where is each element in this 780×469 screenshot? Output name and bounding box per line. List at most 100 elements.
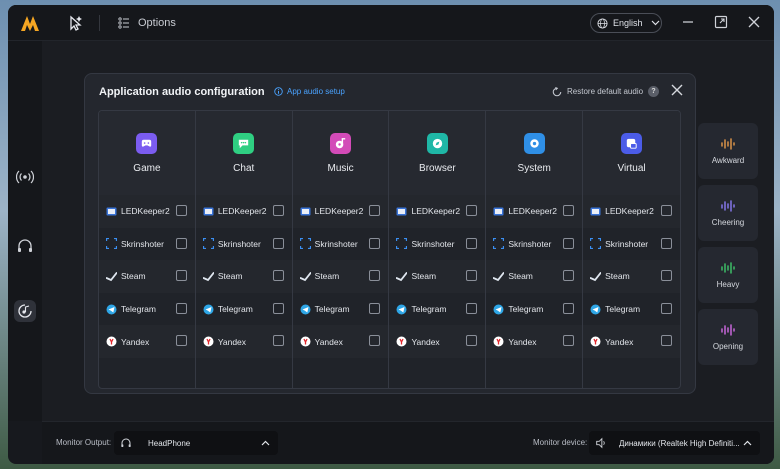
speaker-icon (596, 437, 605, 449)
app-row[interactable]: LEDKeeper2 (583, 195, 680, 228)
app-checkbox[interactable] (272, 302, 284, 314)
app-checkbox[interactable] (563, 335, 575, 347)
language-select[interactable]: English (590, 13, 662, 33)
app-checkbox[interactable] (272, 237, 284, 249)
screenshot-icon (299, 238, 311, 250)
cursor-sparkle-icon[interactable] (66, 14, 84, 32)
app-checkbox[interactable] (466, 205, 478, 216)
app-checkbox[interactable] (660, 237, 672, 249)
app-checkbox[interactable] (660, 205, 672, 216)
app-row[interactable]: Yandex (292, 325, 389, 358)
app-checkbox[interactable] (369, 205, 381, 216)
app-row[interactable]: Telegram (293, 293, 389, 326)
broadcast-icon[interactable] (16, 168, 34, 186)
category-header: Browser (389, 111, 486, 195)
app-checkbox[interactable] (272, 270, 284, 282)
app-checkbox[interactable] (272, 205, 284, 216)
app-checkbox[interactable] (466, 335, 478, 347)
sound-card-heavy[interactable]: Heavy (698, 247, 758, 303)
app-row[interactable]: LEDKeeper2 (486, 195, 583, 228)
language-label: English (613, 18, 643, 28)
app-checkbox[interactable] (466, 270, 478, 282)
app-checkbox[interactable] (175, 335, 187, 347)
app-checkbox[interactable] (175, 205, 187, 216)
app-row[interactable]: Yandex (389, 325, 486, 358)
ledkeeper-icon (590, 206, 601, 217)
sound-card-cheering[interactable]: Cheering (698, 185, 758, 241)
app-row[interactable]: Steam (292, 260, 389, 293)
app-row[interactable]: Skrinshoter (486, 228, 582, 261)
sidebar-item-apps-audio[interactable] (14, 300, 36, 322)
app-checkbox[interactable] (563, 302, 575, 314)
app-name: Steam (605, 271, 630, 282)
close-window-icon[interactable] (746, 14, 762, 30)
app-checkbox[interactable] (369, 335, 381, 347)
app-name: LEDKeeper2 (605, 206, 654, 217)
app-name: Telegram (121, 304, 156, 315)
close-icon[interactable] (670, 83, 684, 97)
sound-card-opening[interactable]: Opening (698, 309, 758, 365)
app-row[interactable]: Telegram (583, 293, 680, 326)
app-row[interactable]: Steam (486, 260, 583, 293)
app-checkbox[interactable] (369, 237, 381, 249)
waveform-icon (721, 199, 735, 212)
app-list: LEDKeeper2 Skrinshoter Steam Telegram Yandex (195, 195, 292, 358)
app-row[interactable]: Steam (99, 260, 195, 293)
app-row[interactable]: Skrinshoter (196, 228, 292, 261)
app-row[interactable]: Yandex (99, 325, 195, 358)
app-row[interactable]: LEDKeeper2 (389, 195, 486, 228)
app-checkbox[interactable] (660, 270, 672, 282)
app-row[interactable]: Yandex (583, 325, 680, 358)
app-row[interactable]: Skrinshoter (293, 228, 389, 261)
app-row[interactable]: LEDKeeper2 (292, 195, 389, 228)
popout-icon[interactable] (713, 14, 729, 30)
app-checkbox[interactable] (369, 302, 381, 314)
app-checkbox[interactable] (563, 237, 575, 249)
app-row[interactable]: Telegram (389, 293, 485, 326)
monitor-output-select[interactable]: HeadPhone (114, 431, 278, 455)
help-icon[interactable]: ? (648, 86, 660, 97)
sound-card-awkward[interactable]: Awkward (698, 123, 758, 179)
app-row[interactable]: Skrinshoter (583, 228, 680, 261)
headphones-icon[interactable] (16, 237, 34, 255)
app-row[interactable]: Steam (195, 260, 292, 293)
restore-default-audio-button[interactable]: Restore default audio ? (552, 86, 660, 97)
app-row[interactable]: Skrinshoter (389, 228, 485, 261)
app-checkbox[interactable] (175, 237, 187, 249)
ledkeeper-icon (203, 206, 214, 217)
app-row[interactable]: Steam (389, 260, 486, 293)
telegram-icon (106, 304, 117, 315)
app-row[interactable]: Yandex (486, 325, 583, 358)
app-checkbox[interactable] (466, 302, 478, 314)
app-row[interactable]: Steam (583, 260, 680, 293)
app-list: LEDKeeper2 Skrinshoter Steam Telegram Yandex (389, 195, 486, 358)
options-label: Options (138, 17, 176, 29)
app-row[interactable]: Telegram (196, 293, 292, 326)
waveform-icon (721, 137, 735, 150)
app-checkbox[interactable] (563, 205, 575, 216)
app-row[interactable]: LEDKeeper2 (99, 195, 195, 228)
app-list: LEDKeeper2 Skrinshoter Steam Telegram Yandex (486, 195, 583, 358)
app-checkbox[interactable] (660, 302, 672, 314)
chevron-down-icon (651, 20, 659, 26)
app-audio-setup-link[interactable]: App audio setup (274, 87, 345, 96)
app-checkbox[interactable] (175, 270, 187, 282)
sound-card-label: Heavy (716, 279, 740, 289)
app-row[interactable]: Skrinshoter (99, 228, 195, 261)
options-menu[interactable]: Options (118, 15, 176, 31)
app-checkbox[interactable] (175, 302, 187, 314)
chevron-up-icon (261, 440, 270, 446)
app-checkbox[interactable] (272, 335, 284, 347)
app-row[interactable]: LEDKeeper2 (195, 195, 292, 228)
app-checkbox[interactable] (563, 270, 575, 282)
app-row[interactable]: Yandex (195, 325, 292, 358)
gamepad-icon (136, 132, 158, 154)
steam-icon (590, 271, 602, 282)
app-checkbox[interactable] (660, 335, 672, 347)
monitor-device-select[interactable]: Динамики (Realtek High Definiti... (589, 431, 760, 455)
app-row[interactable]: Telegram (99, 293, 195, 326)
app-row[interactable]: Telegram (486, 293, 582, 326)
app-checkbox[interactable] (369, 270, 381, 282)
minimize-icon[interactable] (680, 14, 696, 30)
app-checkbox[interactable] (466, 237, 478, 249)
